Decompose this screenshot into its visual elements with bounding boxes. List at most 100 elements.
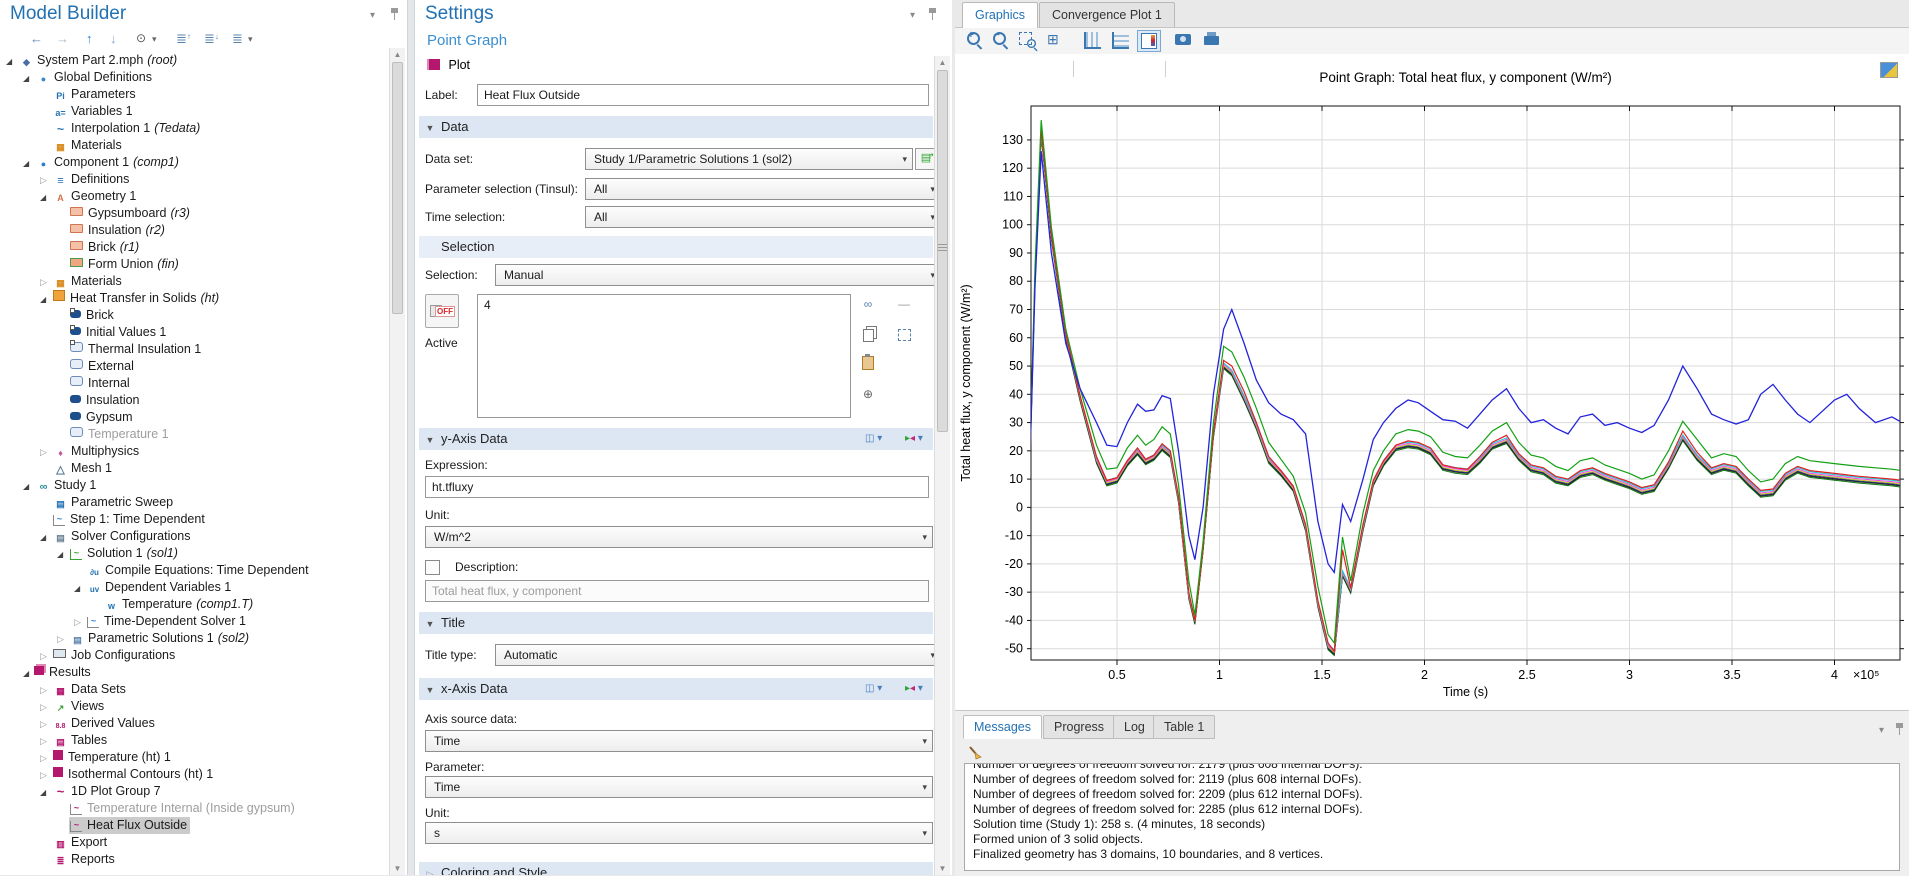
tree-item[interactable]: ◢◆System Part 2.mph(root) <box>0 52 387 69</box>
expander-icon[interactable]: ▷ <box>40 172 52 189</box>
expander-icon[interactable]: ◢ <box>40 784 52 801</box>
expander-icon[interactable]: ▷ <box>40 648 52 665</box>
tree-item[interactable]: ∂uCompile Equations: Time Dependent <box>0 562 387 579</box>
tree-item[interactable]: PiParameters <box>0 86 387 103</box>
messages-log[interactable]: Number of degrees of freedom solved for:… <box>964 763 1900 871</box>
settings-pin-icon[interactable] <box>928 8 937 23</box>
coloring-section-header[interactable]: ▷Coloring and Style <box>419 862 933 875</box>
tab-log[interactable]: Log <box>1113 715 1156 739</box>
show-menu-icon[interactable]: ▾ <box>152 34 157 45</box>
tab-table-1[interactable]: Table 1 <box>1153 715 1215 739</box>
left-splitter[interactable] <box>407 0 415 875</box>
expander-icon[interactable]: ◢ <box>40 189 52 206</box>
tree-item[interactable]: ▷▤Parametric Solutions 1(sol2) <box>0 630 387 647</box>
time-selection-combo[interactable]: All <box>585 206 941 228</box>
selection-combo[interactable]: Manual <box>495 264 941 286</box>
tree-item[interactable]: ▷▦Materials <box>0 273 387 290</box>
remove-selection-icon[interactable]: — <box>895 296 913 312</box>
tree-item[interactable]: wTemperature(comp1.T) <box>0 596 387 613</box>
zoom-extents-icon[interactable]: ⊞ <box>1045 30 1067 50</box>
paste-selection-icon[interactable] <box>859 354 877 370</box>
tree-item[interactable]: ▷↗Views <box>0 698 387 715</box>
tree-item[interactable]: ▷▦Data Sets <box>0 681 387 698</box>
back-icon[interactable]: ← <box>30 31 43 46</box>
settings-menu-icon[interactable]: ▾ <box>910 10 915 21</box>
expander-icon[interactable]: ▷ <box>40 733 52 750</box>
messages-menu-icon[interactable]: ▾ <box>1879 725 1884 736</box>
data-section-header[interactable]: ▼Data <box>419 116 933 138</box>
selection-list[interactable]: 4 <box>477 294 851 418</box>
tree-item[interactable]: ◢●Component 1(comp1) <box>0 154 387 171</box>
data-set-combo[interactable]: Study 1/Parametric Solutions 1 (sol2) <box>585 148 913 170</box>
tree-item[interactable]: Temperature 1 <box>0 426 387 443</box>
node-text-icon[interactable]: ≣ <box>232 31 243 47</box>
y-grid-icon[interactable] <box>1109 30 1131 50</box>
title-type-combo[interactable]: Automatic <box>495 644 941 666</box>
node-text-menu-icon[interactable]: ▾ <box>248 34 253 45</box>
tree-item[interactable]: Gypsumboard(r3) <box>0 205 387 222</box>
expander-icon[interactable]: ▷ <box>40 699 52 716</box>
tree-item[interactable]: ◢AGeometry 1 <box>0 188 387 205</box>
box-select-icon[interactable] <box>895 326 913 342</box>
expander-icon[interactable]: ◢ <box>23 478 35 495</box>
clear-messages-icon[interactable] <box>967 745 983 761</box>
tree-item[interactable]: ◢▤Solver Configurations <box>0 528 387 545</box>
move-down-icon[interactable]: ↓ <box>110 31 117 46</box>
collapse-all-icon[interactable]: ≣↓ <box>204 31 219 47</box>
tab-graphics[interactable]: Graphics <box>962 2 1038 28</box>
tree-item[interactable]: ~Step 1: Time Dependent <box>0 511 387 528</box>
x-unit-combo[interactable]: s <box>425 822 933 844</box>
x-axis-section-header[interactable]: ▼x-Axis Data ◫ ▾ ▸◂ ▾ <box>419 678 933 700</box>
active-toggle-button[interactable]: OFF <box>425 294 459 328</box>
print-icon[interactable] <box>1201 30 1223 50</box>
tree-item[interactable]: Brick <box>0 307 387 324</box>
expander-icon[interactable]: ▷ <box>74 614 86 631</box>
tree-item[interactable]: ▷♦Multiphysics <box>0 443 387 460</box>
tree-item[interactable]: Gypsum <box>0 409 387 426</box>
unit-combo[interactable]: W/m^2 <box>425 526 933 548</box>
expander-icon[interactable]: ◢ <box>57 546 69 563</box>
point-graph-plot[interactable]: 0.511.522.533.54-50-40-30-20-10010203040… <box>955 56 1909 710</box>
expander-icon[interactable]: ◢ <box>6 53 18 70</box>
zoom-in-icon[interactable]: + <box>965 30 987 50</box>
tree-item[interactable]: ◢~1D Plot Group 7 <box>0 783 387 800</box>
zoom-to-selection-icon[interactable]: ⊕ <box>859 386 877 402</box>
expander-icon[interactable]: ◢ <box>23 70 35 87</box>
panel-pin-icon[interactable] <box>390 8 399 23</box>
tab-messages[interactable]: Messages <box>963 715 1042 739</box>
model-builder-scrollbar[interactable]: ▲ ▼ <box>389 48 405 875</box>
selection-section-header[interactable]: Selection <box>419 236 933 258</box>
tree-item[interactable]: ≣Reports <box>0 851 387 868</box>
legend-toggle-icon[interactable] <box>1137 30 1161 52</box>
expander-icon[interactable]: ▷ <box>40 750 52 767</box>
tree-item[interactable]: ▷~Time-Dependent Solver 1 <box>0 613 387 630</box>
tree-item[interactable]: Insulation(r2) <box>0 222 387 239</box>
description-checkbox[interactable] <box>425 560 440 575</box>
expander-icon[interactable]: ◢ <box>74 580 86 597</box>
tree-item[interactable]: ◢●Global Definitions <box>0 69 387 86</box>
tree-item[interactable]: ▷8.8Derived Values <box>0 715 387 732</box>
x-plot-arrows-icon[interactable]: ▸◂ ▾ <box>905 678 923 700</box>
tree-item[interactable]: △Mesh 1 <box>0 460 387 477</box>
panel-menu-icon[interactable]: ▾ <box>370 10 375 21</box>
tree-item[interactable]: ◢~Solution 1(sol1) <box>0 545 387 562</box>
settings-scrollbar[interactable]: ▲ ▼ <box>934 56 950 875</box>
tab-progress[interactable]: Progress <box>1043 715 1115 739</box>
tree-item[interactable]: ◢uvDependent Variables 1 <box>0 579 387 596</box>
expander-icon[interactable]: ◢ <box>40 529 52 546</box>
tree-item[interactable]: ~Interpolation 1(Tedata) <box>0 120 387 137</box>
tree-item[interactable]: Brick(r1) <box>0 239 387 256</box>
tree-item[interactable]: ▥Export <box>0 834 387 851</box>
axis-source-combo[interactable]: Time <box>425 730 933 752</box>
title-section-header[interactable]: ▼Title <box>419 612 933 634</box>
expand-all-icon[interactable]: ≣↑ <box>176 31 191 47</box>
expander-icon[interactable]: ◢ <box>23 155 35 172</box>
snapshot-icon[interactable] <box>1173 30 1195 50</box>
tree-item[interactable]: ▷▤Tables <box>0 732 387 749</box>
tree-item[interactable]: ▷Isothermal Contours (ht) 1 <box>0 766 387 783</box>
expander-icon[interactable]: ▷ <box>40 444 52 461</box>
forward-icon[interactable]: → <box>56 31 69 46</box>
expander-icon[interactable]: ▷ <box>40 767 52 784</box>
plot-preview-icon[interactable]: ◫ ▾ <box>865 428 882 450</box>
expander-icon[interactable]: ▷ <box>40 682 52 699</box>
